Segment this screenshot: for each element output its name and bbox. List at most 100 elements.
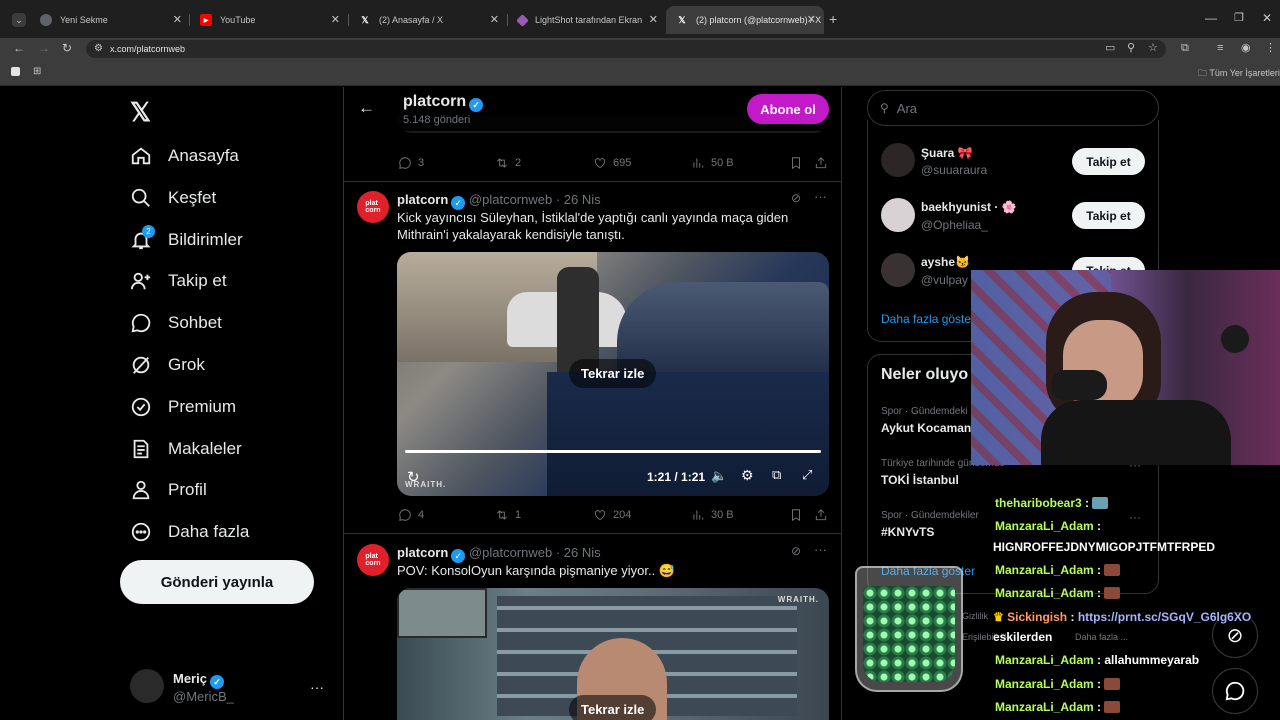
like-button[interactable]: 204 bbox=[593, 508, 631, 522]
grok-icon[interactable]: ⊘ bbox=[791, 544, 801, 558]
video-progress-track[interactable] bbox=[405, 450, 821, 453]
replay-button[interactable]: Tekrar izle bbox=[569, 359, 657, 388]
chat-link[interactable]: https://prnt.sc/SGqV_G6lg6XO bbox=[1078, 610, 1251, 624]
cast-icon[interactable]: ▭ bbox=[1105, 42, 1115, 54]
window-close-button[interactable]: ✕ bbox=[1262, 12, 1272, 24]
nav-follow[interactable]: Takip et bbox=[130, 264, 227, 298]
footer-link[interactable]: Daha fazla ... bbox=[1075, 632, 1128, 642]
close-icon[interactable]: ✕ bbox=[807, 13, 816, 26]
settings-icon[interactable]: ⚙ bbox=[741, 467, 754, 484]
video-player[interactable]: WRAITH. Tekrar izle bbox=[397, 588, 829, 720]
avatar[interactable] bbox=[881, 198, 915, 232]
tab-platcorn[interactable]: 𝕏 (2) platcorn (@platcornweb) / X ✕ bbox=[666, 6, 824, 34]
account-name[interactable]: Meriç ✓ bbox=[173, 671, 224, 689]
menu-icon[interactable]: ⋮ bbox=[1265, 42, 1276, 54]
nav-notifications[interactable]: 2 Bildirimler bbox=[130, 223, 243, 257]
close-icon[interactable]: ✕ bbox=[649, 13, 658, 26]
avatar[interactable]: plat corn bbox=[357, 191, 389, 223]
apps-icon[interactable]: ⊞ bbox=[33, 66, 41, 78]
volume-icon[interactable]: 🔈 bbox=[711, 468, 727, 484]
tab-search-button[interactable]: ⌄ bbox=[12, 13, 26, 27]
follow-suggestion-name[interactable]: ayshe😼 bbox=[921, 255, 970, 269]
views-button[interactable]: 30 B bbox=[691, 508, 734, 522]
close-icon[interactable]: ✕ bbox=[331, 13, 340, 26]
show-more-link[interactable]: Daha fazla göster bbox=[881, 312, 975, 326]
follow-suggestion-name[interactable]: baekhyunist · 🌸 bbox=[921, 200, 1017, 214]
forward-icon[interactable]: → bbox=[38, 42, 50, 54]
follow-button[interactable]: Takip et bbox=[1072, 202, 1145, 229]
trend-item[interactable]: Aykut Kocaman bbox=[881, 421, 971, 435]
back-arrow-icon[interactable]: ← bbox=[358, 98, 375, 118]
tab-x-home[interactable]: 𝕏 (2) Anasayfa / X ✕ bbox=[349, 6, 507, 34]
footer-link[interactable]: Gizlilik bbox=[962, 611, 988, 621]
avatar[interactable] bbox=[130, 669, 164, 703]
close-icon[interactable]: ✕ bbox=[490, 13, 499, 26]
more-icon[interactable]: ··· bbox=[814, 542, 827, 557]
reply-button[interactable]: 3 bbox=[398, 156, 424, 170]
tweet-date[interactable]: · 26 Nis bbox=[556, 545, 601, 560]
share-icon[interactable] bbox=[814, 156, 834, 170]
maximize-button[interactable]: ❐ bbox=[1234, 12, 1244, 24]
nav-premium[interactable]: Premium bbox=[130, 390, 236, 424]
subscribe-button[interactable]: Abone ol bbox=[747, 94, 829, 124]
new-tab-button[interactable]: + bbox=[829, 12, 837, 26]
media-icon[interactable]: ≡ bbox=[1217, 42, 1223, 54]
zoom-icon[interactable]: ⚲ bbox=[1127, 42, 1135, 54]
tweet-author[interactable]: platcorn bbox=[397, 545, 448, 560]
tab-lightshot[interactable]: LightShot tarafından Ekran Görü ✕ bbox=[508, 6, 666, 34]
trend-item[interactable]: TOKİ İstanbul bbox=[881, 473, 959, 487]
avatar[interactable]: plat corn bbox=[357, 544, 389, 576]
replay-button[interactable]: Tekrar izle bbox=[569, 695, 657, 720]
bookmark-icon[interactable] bbox=[789, 156, 809, 170]
more-icon[interactable]: ··· bbox=[814, 189, 827, 204]
video-player[interactable]: Tekrar izle ↻ WRAITH. 1:21 / 1:21 🔈 ⚙ ⧉ … bbox=[397, 252, 829, 496]
page-icon[interactable] bbox=[11, 67, 20, 76]
tweet-date[interactable]: · 26 Nis bbox=[556, 192, 601, 207]
reload-icon[interactable]: ↻ bbox=[62, 42, 72, 54]
x-logo-icon[interactable]: 𝕏 bbox=[130, 97, 151, 128]
nav-home[interactable]: Anasayfa bbox=[130, 139, 239, 173]
nav-chat[interactable]: Sohbet bbox=[130, 306, 222, 340]
fullscreen-icon[interactable]: ⤢ bbox=[802, 467, 812, 483]
pip-icon[interactable]: ⧉ bbox=[772, 467, 781, 483]
post-button[interactable]: Gönderi yayınla bbox=[120, 560, 314, 604]
all-bookmarks[interactable]: 🗀 Tüm Yer İşaretleri bbox=[1198, 67, 1280, 79]
tweet-handle[interactable]: @platcornweb bbox=[469, 192, 552, 207]
site-info-icon[interactable]: ⚙ bbox=[94, 43, 103, 55]
messages-icon[interactable] bbox=[1212, 668, 1258, 714]
tab-new-tab[interactable]: Yeni Sekme ✕ bbox=[30, 6, 190, 34]
url-field[interactable]: ⚙ x.com/platcornweb bbox=[86, 40, 1166, 58]
follow-button[interactable]: Takip et bbox=[1072, 148, 1145, 175]
profile-icon[interactable]: ◉ bbox=[1241, 42, 1251, 54]
avatar[interactable] bbox=[881, 253, 915, 287]
bookmark-icon[interactable] bbox=[789, 508, 809, 522]
follow-suggestion-name[interactable]: Şuara 🎀 bbox=[921, 146, 973, 160]
tab-youtube[interactable]: ▶ YouTube ✕ bbox=[190, 6, 348, 34]
avatar[interactable] bbox=[881, 143, 915, 177]
grok-icon[interactable]: ⊘ bbox=[791, 191, 801, 205]
feather-icon bbox=[516, 13, 529, 27]
share-icon[interactable] bbox=[814, 508, 834, 522]
repost-button[interactable]: 1 bbox=[495, 508, 521, 522]
nav-label: Daha fazla bbox=[168, 522, 250, 541]
tweet-handle[interactable]: @platcornweb bbox=[469, 545, 552, 560]
trend-item[interactable]: #KNYvTS bbox=[881, 525, 934, 539]
back-icon[interactable]: ← bbox=[13, 42, 25, 54]
trend-meta: Spor · Gündemdeki bbox=[881, 406, 968, 417]
close-icon[interactable]: ✕ bbox=[173, 13, 182, 26]
views-button[interactable]: 50 B bbox=[691, 156, 734, 170]
trend-more-icon[interactable]: ··· bbox=[1129, 510, 1141, 524]
account-menu-icon[interactable]: ··· bbox=[310, 679, 324, 695]
nav-profile[interactable]: Profil bbox=[130, 473, 207, 507]
repost-button[interactable]: 2 bbox=[495, 156, 521, 170]
star-icon[interactable]: ☆ bbox=[1148, 42, 1158, 54]
tweet-author[interactable]: platcorn bbox=[397, 192, 448, 207]
nav-grok[interactable]: Grok bbox=[130, 348, 205, 382]
minimize-button[interactable]: — bbox=[1205, 12, 1217, 24]
like-button[interactable]: 695 bbox=[593, 156, 631, 170]
extensions-icon[interactable]: ⧉ bbox=[1181, 42, 1189, 54]
nav-explore[interactable]: Keşfet bbox=[130, 181, 216, 215]
nav-more[interactable]: Daha fazla bbox=[130, 515, 249, 549]
reply-button[interactable]: 4 bbox=[398, 508, 424, 522]
nav-articles[interactable]: Makaleler bbox=[130, 432, 242, 466]
